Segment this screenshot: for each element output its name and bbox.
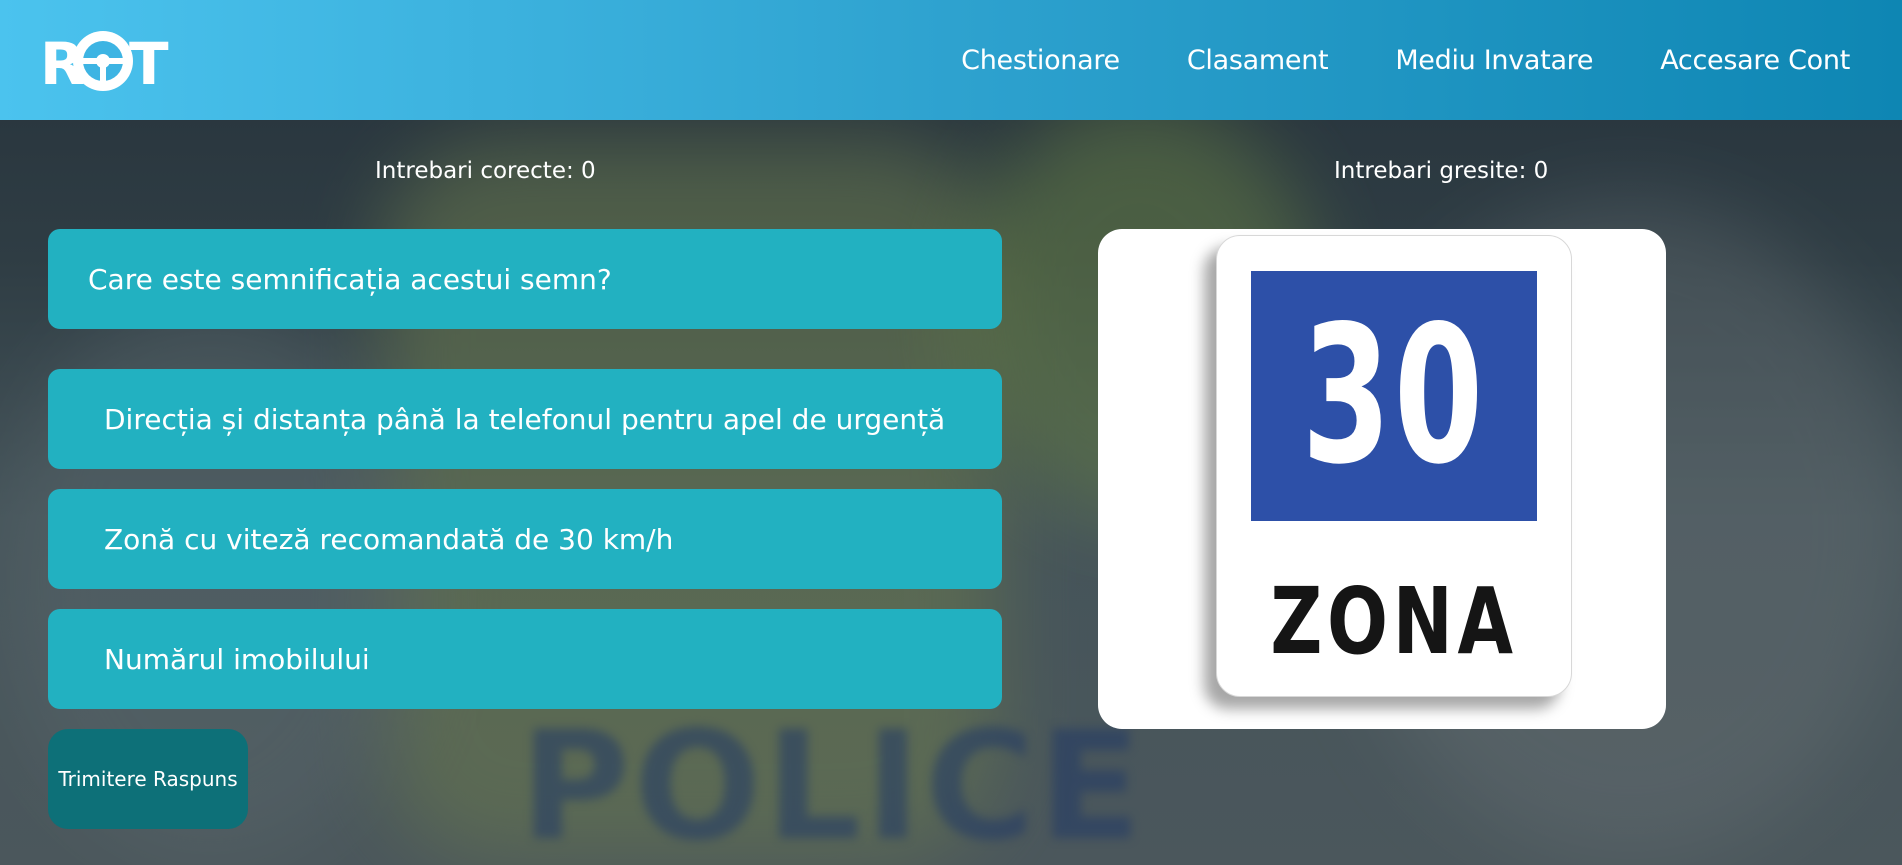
background-police-text: POLICE bbox=[520, 700, 1146, 865]
svg-text:T: T bbox=[129, 30, 169, 98]
answer-option-3[interactable]: Numărul imobilului bbox=[48, 609, 1002, 709]
answer-option-2[interactable]: Zonă cu viteză recomandată de 30 km/h bbox=[48, 489, 1002, 589]
header-bar: R T Chestionare Clasament Mediu Invatare… bbox=[0, 0, 1902, 120]
nav-clasament[interactable]: Clasament bbox=[1187, 45, 1329, 76]
steering-wheel-icon bbox=[73, 31, 133, 91]
main-nav: Chestionare Clasament Mediu Invatare Acc… bbox=[961, 0, 1850, 120]
nav-chestionare[interactable]: Chestionare bbox=[961, 45, 1120, 76]
question-text: Care este semnificația acestui semn? bbox=[48, 229, 1002, 329]
logo[interactable]: R T bbox=[40, 22, 170, 100]
sign-zona-caption: ZONA bbox=[1270, 568, 1518, 675]
nav-accesare-cont[interactable]: Accesare Cont bbox=[1660, 45, 1850, 76]
wrong-counter: Intrebari gresite: 0 bbox=[1334, 158, 1549, 184]
correct-counter: Intrebari corecte: 0 bbox=[375, 158, 596, 184]
question-image-card: 30 ZONA bbox=[1098, 229, 1666, 729]
answer-option-1[interactable]: Direcția și distanța până la telefonul p… bbox=[48, 369, 1002, 469]
sign-blue-panel: 30 bbox=[1251, 271, 1537, 521]
zone-30-sign-image: 30 ZONA bbox=[1216, 235, 1572, 697]
nav-mediu-invatare[interactable]: Mediu Invatare bbox=[1395, 45, 1593, 76]
sign-speed-number: 30 bbox=[1301, 285, 1487, 506]
submit-answer-button[interactable]: Trimitere Raspuns bbox=[48, 729, 248, 829]
